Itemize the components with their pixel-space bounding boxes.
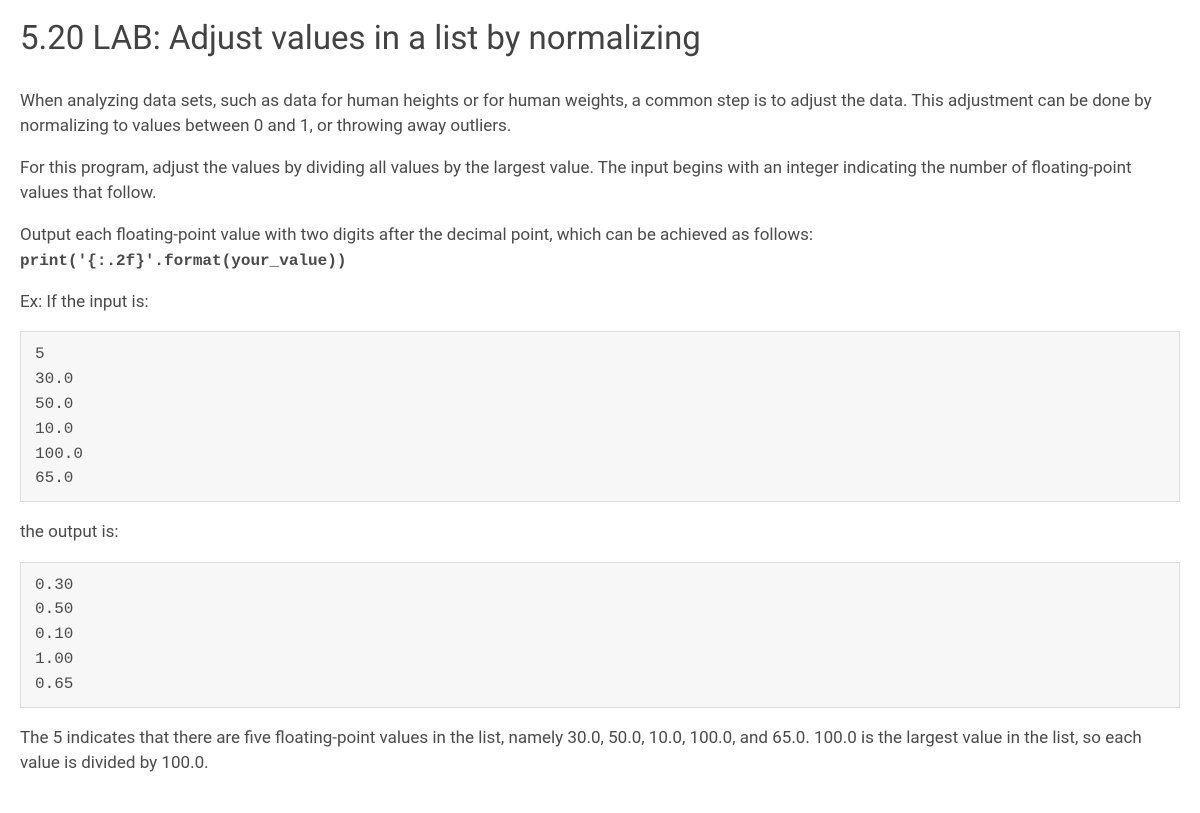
print-format-code: print('{:.2f}'.format(your_value)) — [20, 252, 346, 270]
example-input-label: Ex: If the input is: — [20, 290, 1180, 316]
intro-paragraph-1: When analyzing data sets, such as data f… — [20, 89, 1180, 140]
example-output-block: 0.30 0.50 0.10 1.00 0.65 — [20, 562, 1180, 708]
page-title: 5.20 LAB: Adjust values in a list by nor… — [20, 18, 1180, 61]
explanation-paragraph: The 5 indicates that there are five floa… — [20, 726, 1180, 777]
intro-paragraph-2: For this program, adjust the values by d… — [20, 156, 1180, 207]
example-output-label: the output is: — [20, 520, 1180, 546]
output-instruction: Output each floating-point value with tw… — [20, 223, 1180, 274]
example-input-block: 5 30.0 50.0 10.0 100.0 65.0 — [20, 331, 1180, 502]
output-instruction-text: Output each floating-point value with tw… — [20, 225, 813, 245]
